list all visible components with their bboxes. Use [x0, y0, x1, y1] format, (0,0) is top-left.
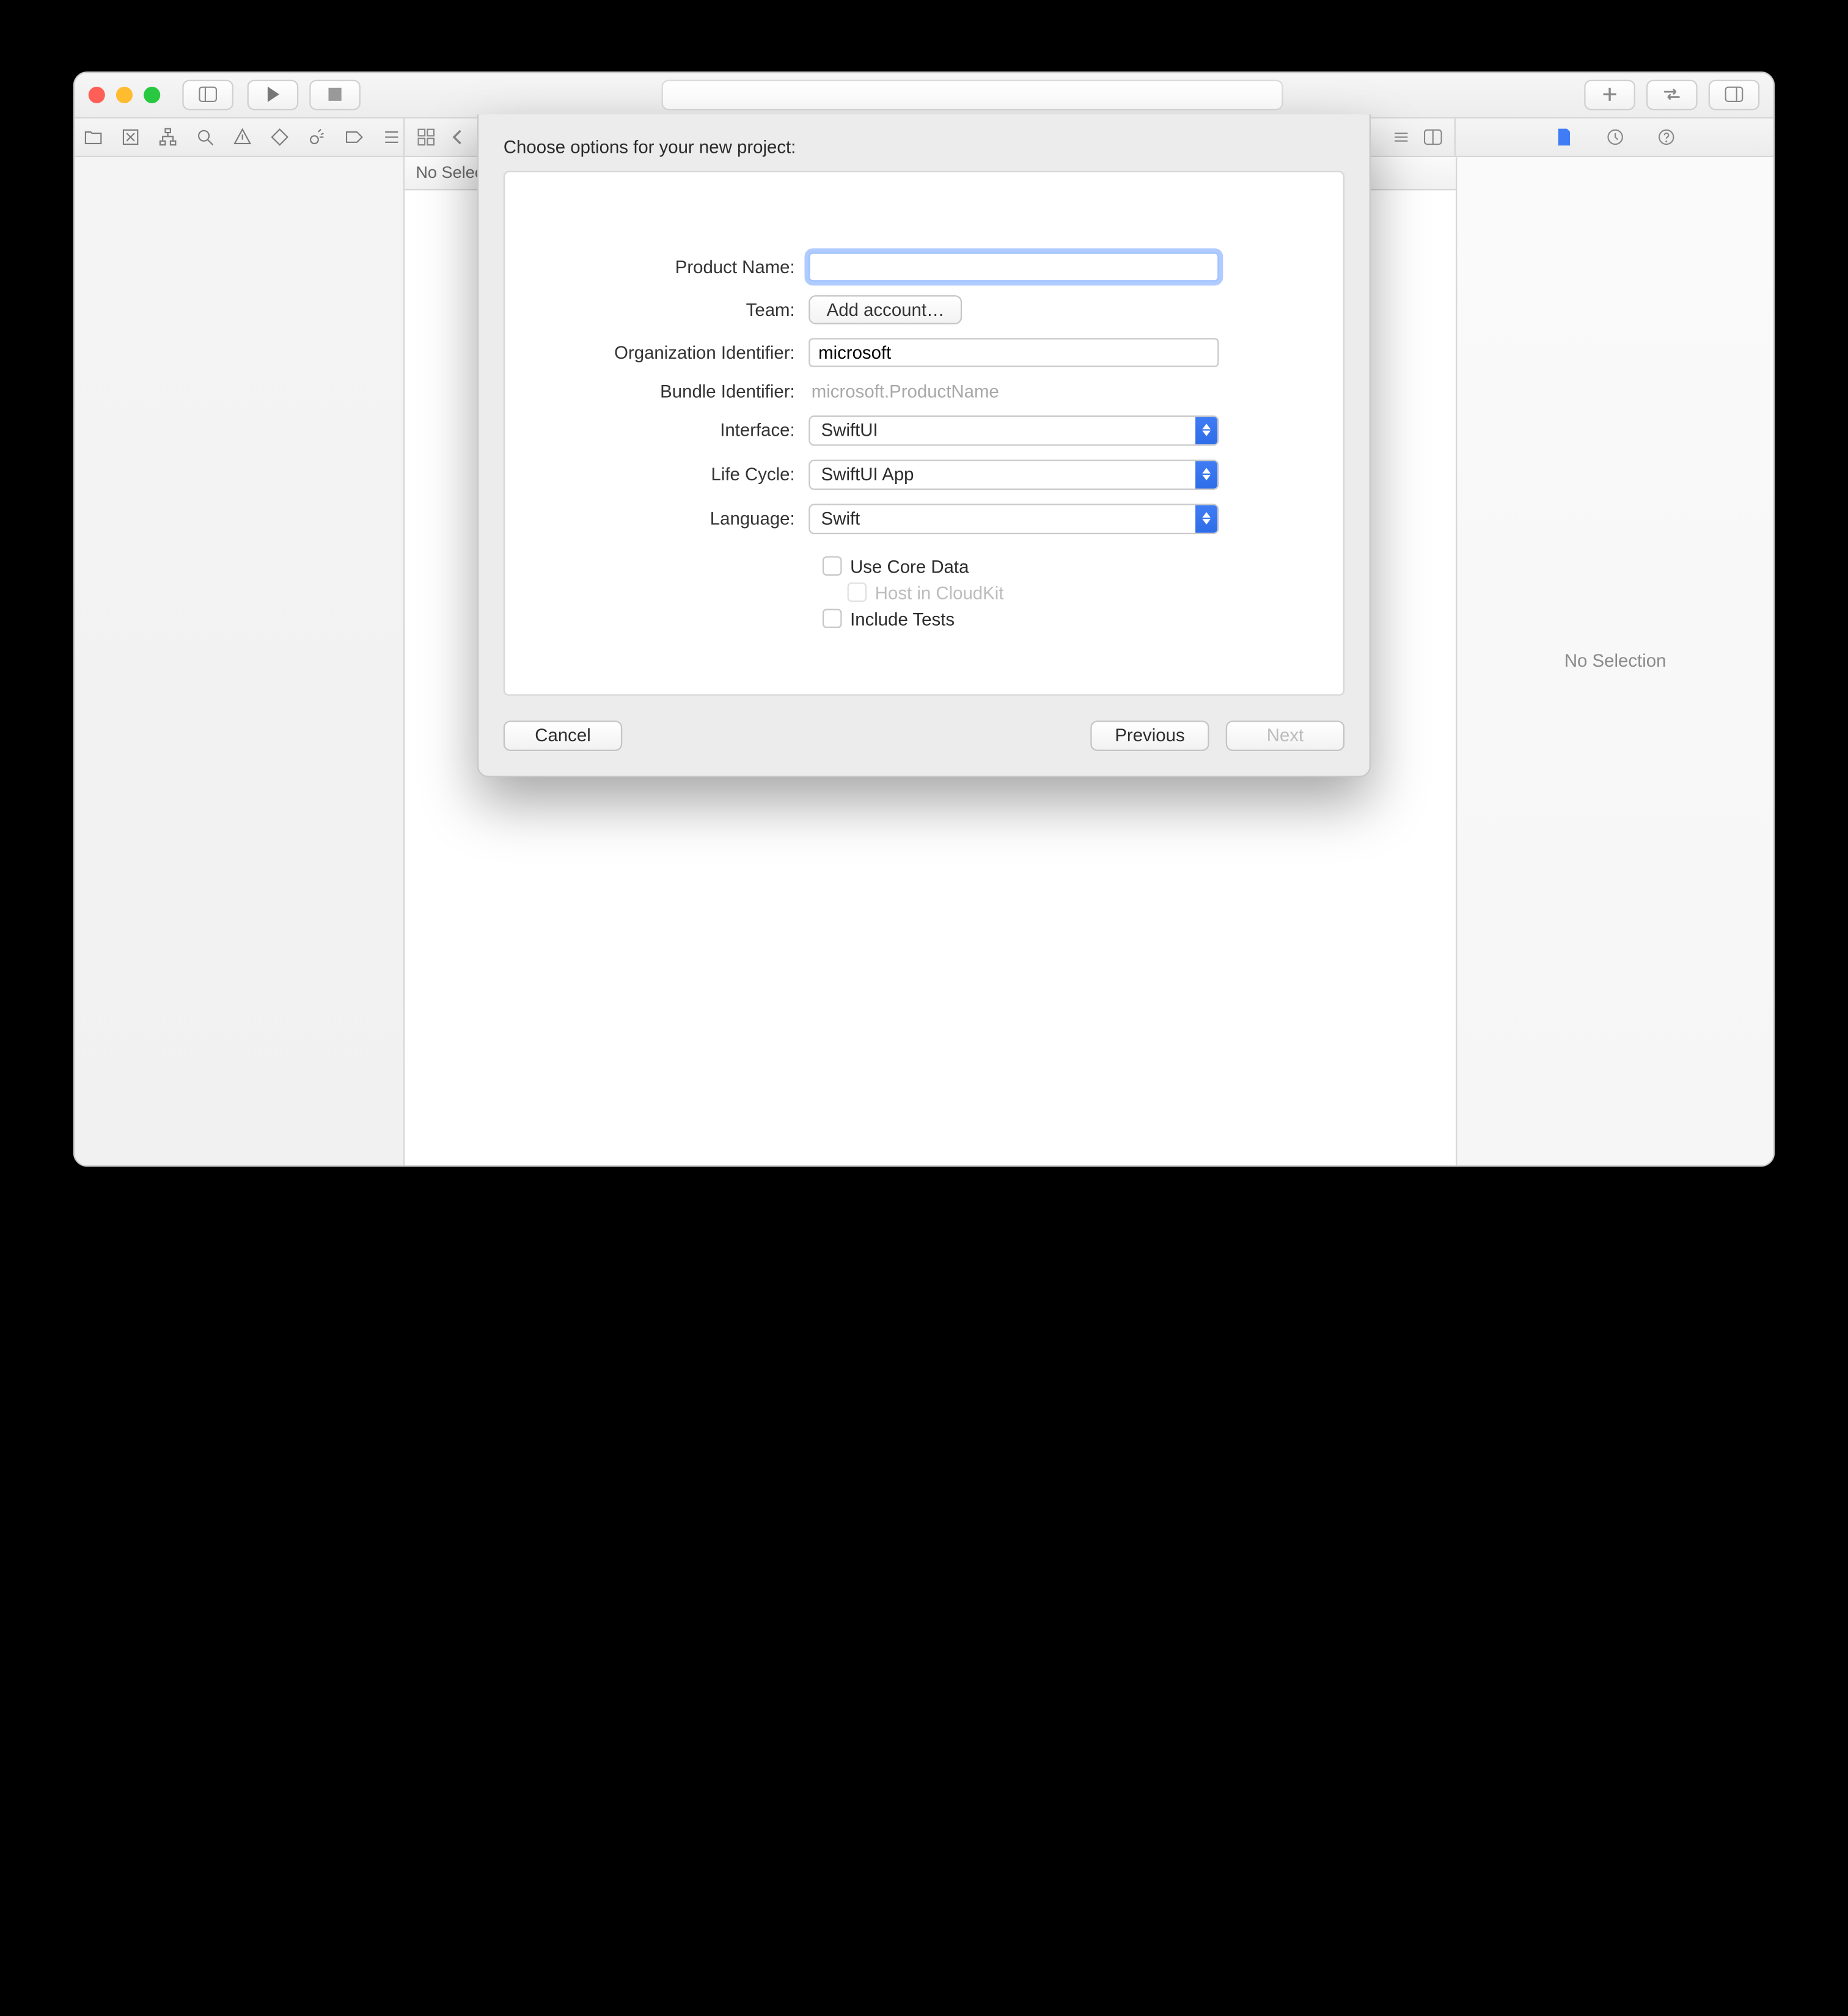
document-icon: [1553, 126, 1574, 147]
minimize-window-button[interactable]: [116, 86, 133, 103]
add-editor-button[interactable]: [1423, 126, 1443, 147]
grid-icon: [416, 126, 436, 147]
host-cloudkit-label: Host in CloudKit: [875, 582, 1004, 603]
navigator-area: [75, 156, 405, 1165]
plus-icon: [1599, 84, 1620, 104]
toggle-inspector-button[interactable]: [1709, 79, 1760, 109]
find-navigator-tab[interactable]: [195, 126, 216, 147]
close-window-button[interactable]: [89, 86, 105, 103]
help-inspector-tab[interactable]: [1656, 126, 1676, 147]
inspector-empty-text: No Selection: [1564, 650, 1667, 671]
include-tests-checkbox[interactable]: [823, 609, 842, 628]
team-label: Team:: [560, 299, 809, 320]
folder-icon: [83, 126, 104, 147]
language-popup[interactable]: Swift: [809, 503, 1219, 533]
include-tests-label: Include Tests: [850, 608, 955, 629]
window-controls: [89, 86, 161, 103]
spray-icon: [307, 126, 328, 147]
split-icon: [1423, 126, 1443, 147]
file-inspector-tab[interactable]: [1553, 126, 1574, 147]
add-account-button[interactable]: Add account…: [809, 295, 962, 323]
interface-label: Interface:: [560, 420, 809, 441]
source-control-navigator-tab[interactable]: [120, 126, 141, 147]
lines-icon: [1391, 126, 1412, 147]
clock-icon: [1604, 126, 1625, 147]
editor-options-button[interactable]: [1391, 126, 1412, 147]
life-cycle-popup[interactable]: SwiftUI App: [809, 459, 1219, 489]
chevron-left-icon: [447, 126, 468, 147]
stepper-icon: [1195, 416, 1217, 444]
use-core-data-label: Use Core Data: [850, 555, 969, 576]
question-icon: [1656, 126, 1676, 147]
debug-navigator-tab[interactable]: [307, 126, 328, 147]
breakpoint-navigator-tab[interactable]: [344, 126, 365, 147]
symbol-navigator-tab[interactable]: [158, 126, 178, 147]
inspector-area: No Selection: [1456, 156, 1773, 1165]
product-name-input[interactable]: [809, 252, 1219, 280]
library-button[interactable]: [1584, 79, 1635, 109]
tag-icon: [344, 126, 365, 147]
sheet-body: Product Name: Team: Add account… Organiz…: [504, 170, 1344, 695]
play-icon: [262, 84, 283, 104]
bundle-id-value: microsoft.ProductName: [809, 380, 999, 401]
previous-button[interactable]: Previous: [1090, 720, 1209, 750]
cancel-button[interactable]: Cancel: [504, 720, 622, 750]
titlebar: [75, 72, 1773, 118]
next-button: Next: [1226, 720, 1344, 750]
test-navigator-tab[interactable]: [270, 126, 290, 147]
life-cycle-label: Life Cycle:: [560, 464, 809, 485]
history-back-button[interactable]: [447, 126, 468, 147]
toggle-navigator-button[interactable]: [182, 79, 233, 109]
run-button[interactable]: [248, 79, 299, 109]
related-items-button[interactable]: [416, 126, 436, 147]
history-inspector-tab[interactable]: [1604, 126, 1625, 147]
org-id-label: Organization Identifier:: [560, 342, 809, 362]
product-name-label: Product Name:: [560, 256, 809, 277]
stop-button[interactable]: [309, 79, 361, 109]
search-icon: [195, 126, 216, 147]
project-navigator-tab[interactable]: [83, 126, 104, 147]
interface-popup[interactable]: SwiftUI: [809, 415, 1219, 445]
interface-popup-value: SwiftUI: [810, 416, 1196, 444]
stepper-icon: [1195, 460, 1217, 488]
list-icon: [381, 126, 402, 147]
life-cycle-popup-value: SwiftUI App: [810, 460, 1196, 488]
use-core-data-checkbox[interactable]: [823, 556, 842, 576]
bundle-id-label: Bundle Identifier:: [560, 380, 809, 401]
activity-view: [662, 79, 1283, 109]
host-cloudkit-checkbox: [848, 582, 867, 602]
sidebar-right-icon: [1724, 84, 1745, 104]
zoom-window-button[interactable]: [144, 86, 160, 103]
new-project-options-sheet: Choose options for your new project: Pro…: [477, 114, 1371, 777]
warning-icon: [232, 126, 253, 147]
issue-navigator-tab[interactable]: [232, 126, 253, 147]
square-x-icon: [120, 126, 141, 147]
hierarchy-icon: [158, 126, 178, 147]
stop-icon: [324, 84, 345, 104]
stepper-icon: [1195, 505, 1217, 532]
language-label: Language:: [560, 508, 809, 529]
org-id-input[interactable]: [809, 337, 1219, 366]
diamond-icon: [270, 126, 290, 147]
xcode-window: No Selection No Selection Choose options…: [73, 71, 1775, 1166]
language-popup-value: Swift: [810, 505, 1196, 532]
sheet-heading: Choose options for your new project:: [504, 136, 1344, 156]
report-navigator-tab[interactable]: [381, 126, 402, 147]
sidebar-left-icon: [197, 84, 218, 104]
code-review-button[interactable]: [1646, 79, 1698, 109]
arrows-lr-icon: [1662, 84, 1682, 104]
